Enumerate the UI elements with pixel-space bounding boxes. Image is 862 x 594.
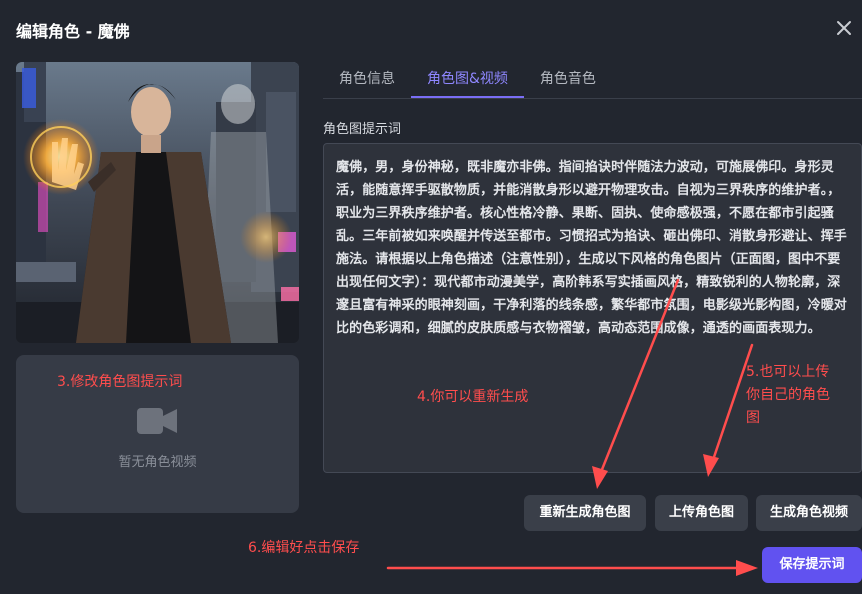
save-prompt-button[interactable]: 保存提示词 xyxy=(762,547,862,583)
video-empty-text: 暂无角色视频 xyxy=(118,455,197,470)
video-camera-icon xyxy=(137,408,177,434)
annotation-step-5-line3: 图 xyxy=(746,410,760,426)
character-portrait-image xyxy=(16,62,299,343)
upload-image-button[interactable]: 上传角色图 xyxy=(655,495,748,531)
prompt-textarea[interactable]: 魔佛，男，身份神秘，既非魔亦非佛。指间掐诀时伴随法力波动，可施展佛印。身形灵活，… xyxy=(323,143,862,473)
tab-bar: 角色信息 角色图&视频 角色音色 xyxy=(323,62,612,98)
annotation-step-6: 6.编辑好点击保存 xyxy=(248,540,360,556)
regenerate-image-button[interactable]: 重新生成角色图 xyxy=(524,495,646,531)
tab-character-voice[interactable]: 角色音色 xyxy=(524,62,612,98)
prompt-label: 角色图提示词 xyxy=(323,122,402,137)
close-button[interactable] xyxy=(834,18,854,38)
tab-divider xyxy=(323,98,862,99)
annotation-step-4: 4.你可以重新生成 xyxy=(417,389,529,405)
annotation-step-5-line2: 你自己的角色 xyxy=(746,387,830,403)
close-icon xyxy=(837,21,851,35)
dialog-title: 编辑角色 - 魔佛 xyxy=(16,22,130,41)
annotation-step-3: 3.修改角色图提示词 xyxy=(57,374,183,390)
tab-character-image-video[interactable]: 角色图&视频 xyxy=(411,62,524,98)
generate-video-button[interactable]: 生成角色视频 xyxy=(756,495,862,531)
annotation-step-5-line1: 5.也可以上传 xyxy=(746,364,830,380)
tab-character-info[interactable]: 角色信息 xyxy=(323,62,411,98)
